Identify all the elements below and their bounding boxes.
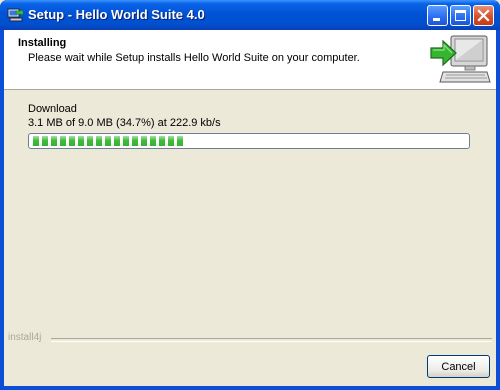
minimize-button[interactable] (427, 5, 448, 26)
download-progress-fill (32, 136, 183, 146)
dialog-client-area: Installing Please wait while Setup insta… (4, 30, 496, 386)
header-subtitle: Please wait while Setup installs Hello W… (28, 52, 360, 64)
setup-window: Setup - Hello World Suite 4.0 Installing… (0, 0, 500, 390)
computer-install-icon (429, 34, 491, 86)
maximize-button[interactable] (450, 5, 471, 26)
header-panel: Installing Please wait while Setup insta… (4, 30, 496, 90)
installer-icon[interactable] (7, 7, 25, 23)
title-bar[interactable]: Setup - Hello World Suite 4.0 (0, 0, 500, 30)
close-icon (477, 9, 490, 22)
cancel-button[interactable]: Cancel (427, 355, 490, 378)
close-button[interactable] (473, 5, 494, 26)
window-title: Setup - Hello World Suite 4.0 (28, 7, 205, 22)
brand-label: install4j (8, 332, 42, 343)
footer-separator (51, 338, 492, 342)
download-status: 3.1 MB of 9.0 MB (34.7%) at 222.9 kb/s (28, 117, 221, 129)
header-title: Installing (18, 37, 67, 49)
minimize-icon (433, 18, 440, 21)
download-label: Download (28, 103, 77, 115)
maximize-icon (455, 10, 466, 21)
download-progress-bar (28, 133, 470, 149)
